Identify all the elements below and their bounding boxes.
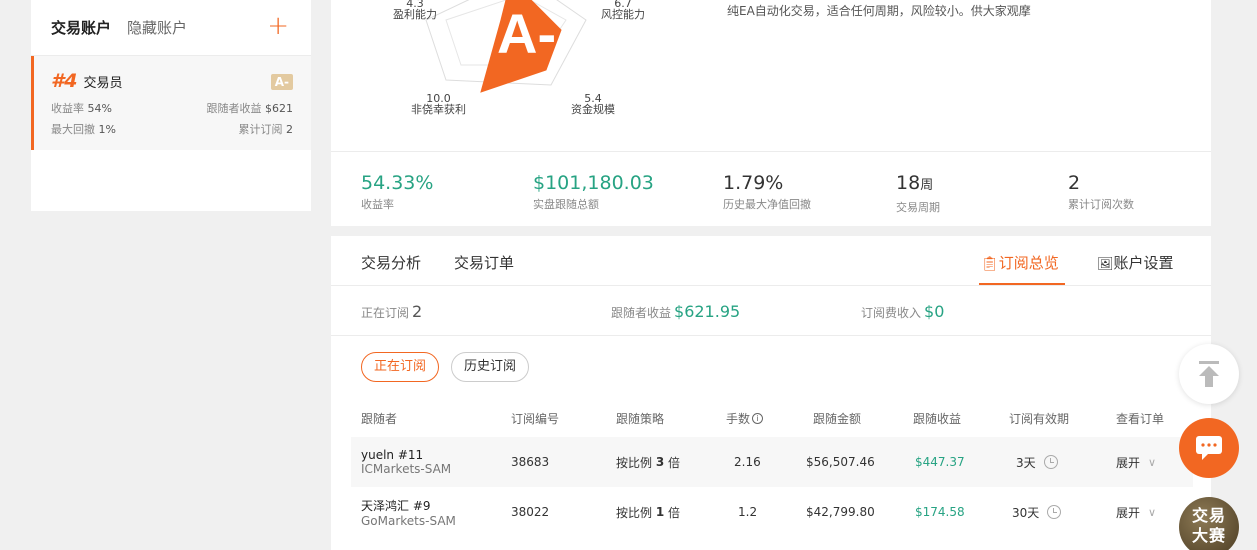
header-follower: 跟随者 xyxy=(361,412,398,426)
header-strategy: 跟随策略 xyxy=(616,412,665,426)
radar-axis-nonluck: 10.0 非侥幸获利 xyxy=(411,92,466,116)
filter-active-subscriptions[interactable]: 正在订阅 xyxy=(361,352,440,382)
tab-trading-orders[interactable]: 交易订单 xyxy=(454,252,514,273)
follower-cell: 天泽鸿汇 #9 GoMarkets-SAM xyxy=(361,498,456,528)
return-label: 收益率 xyxy=(51,102,84,115)
profit-cell: $174.58 xyxy=(915,505,965,519)
clipboard-icon: 📋︎ xyxy=(981,256,999,272)
account-sidebar: 交易账户 隐藏账户 + #4 交易员 A- 收益率 54% 跟随者收益 $621… xyxy=(31,0,311,211)
follower-profit-value: $621 xyxy=(265,102,293,115)
radar-axis-capital: 5.4 资金规模 xyxy=(571,92,615,116)
grade-badge: A- xyxy=(270,74,293,90)
sub-id-cell: 38683 xyxy=(511,455,550,469)
follower-cell: yueln #11 ICMarkets-SAM xyxy=(361,448,452,476)
follower-profit-label: 跟随者收益 xyxy=(206,102,262,115)
return-value: 54% xyxy=(87,102,112,115)
table-row: yueln #11 ICMarkets-SAM 38683 按比例 3 倍 2.… xyxy=(351,437,1193,487)
chat-bubble-icon xyxy=(1196,436,1222,460)
chat-button[interactable] xyxy=(1179,418,1239,478)
account-name: 交易员 xyxy=(83,75,123,91)
active-tab-indicator xyxy=(979,283,1065,285)
tab-hidden-accounts[interactable]: 隐藏账户 xyxy=(127,17,187,38)
clock-icon xyxy=(1043,455,1058,469)
sub-id-cell: 38022 xyxy=(511,505,550,519)
filter-history-subscriptions[interactable]: 历史订阅 xyxy=(451,352,530,382)
sidebar-header: 交易账户 隐藏账户 + xyxy=(31,0,311,56)
header-view-orders: 查看订单 xyxy=(1116,412,1165,426)
radar-grade-text: A- xyxy=(497,2,556,65)
validity-cell: 3天 xyxy=(1016,437,1058,487)
stat-total-follow: $101,180.03 实盘跟随总额 xyxy=(533,172,654,211)
header-profit: 跟随收益 xyxy=(913,412,962,426)
radar-axis-risk: 6.7 风控能力 xyxy=(601,0,645,21)
max-drawdown-label: 最大回撤 xyxy=(51,123,95,136)
tab-trading-accounts[interactable]: 交易账户 xyxy=(51,17,111,38)
header-validity: 订阅有效期 xyxy=(1009,412,1070,426)
strategy-cell: 按比例 3 倍 xyxy=(616,455,681,470)
stat-subscriptions: 2 累计订阅次数 xyxy=(1068,172,1134,211)
account-card[interactable]: #4 交易员 A- 收益率 54% 跟随者收益 $621 最大回撤 1% 累计订… xyxy=(31,56,311,150)
expand-button[interactable]: 展开 ∨ xyxy=(1116,487,1156,537)
header-sub-id: 订阅编号 xyxy=(511,412,560,426)
subscription-summary: 正在订阅 2 跟随者收益 $621.95 订阅费收入 $0 xyxy=(331,286,1211,336)
lots-cell: 1.2 xyxy=(738,505,758,519)
table-header: 跟随者 订阅编号 跟随策略 手数 i 跟随金额 跟随收益 订阅有效期 查看订单 xyxy=(351,400,1193,437)
stat-max-drawdown: 1.79% 历史最大净值回撤 xyxy=(723,172,811,211)
radar-axis-profit: 4.3 盈利能力 xyxy=(393,0,437,21)
subscription-panel: 交易分析 交易订单 📋︎订阅总览 🖼︎账户设置 正在订阅 2 跟随者收益 $621.… xyxy=(331,236,1211,550)
arrow-up-icon xyxy=(1199,361,1219,387)
strategy-cell: 按比例 1 倍 xyxy=(616,505,681,520)
summary-fee-income: 订阅费收入 $0 xyxy=(861,302,945,321)
stats-row: 54.33% 收益率 $101,180.03 实盘跟随总额 1.79% 历史最大… xyxy=(331,151,1211,226)
stat-trading-period: 18周 交易周期 xyxy=(896,172,940,214)
header-lots: 手数 i xyxy=(726,400,764,437)
clock-icon xyxy=(1047,505,1062,519)
radar-chart: A- 4.3 盈利能力 6.7 风控能力 5.4 资金规模 10.0 非侥幸获利 xyxy=(331,0,691,150)
table-row: 天泽鸿汇 #9 GoMarkets-SAM 38022 按比例 1 倍 1.2 … xyxy=(351,487,1193,537)
max-drawdown-value: 1% xyxy=(98,123,116,136)
add-account-button[interactable]: + xyxy=(267,13,289,39)
trading-contest-button[interactable]: 交易 大赛 xyxy=(1179,497,1239,550)
subs-value: 2 xyxy=(286,123,293,136)
subs-label: 累计订阅 xyxy=(238,123,283,136)
chevron-down-icon: ∨ xyxy=(1148,455,1157,469)
radar-svg: A- xyxy=(425,0,587,93)
amount-cell: $42,799.80 xyxy=(806,505,875,519)
info-icon[interactable]: i xyxy=(752,413,764,424)
back-to-top-button[interactable] xyxy=(1179,344,1239,404)
amount-cell: $56,507.46 xyxy=(806,455,875,469)
profit-cell: $447.37 xyxy=(915,455,965,469)
tab-account-settings[interactable]: 🖼︎账户设置 xyxy=(1097,252,1174,273)
tab-subscription-overview[interactable]: 📋︎订阅总览 xyxy=(981,252,1059,273)
lots-cell: 2.16 xyxy=(734,455,761,469)
account-overview-panel: A- 4.3 盈利能力 6.7 风控能力 5.4 资金规模 10.0 非侥幸获利 纯EA… xyxy=(331,0,1211,226)
strategy-description: 纯EA自动化交易，适合任何周期，风险较小。供大家观摩 xyxy=(727,4,1031,18)
stat-return: 54.33% 收益率 xyxy=(361,172,434,211)
summary-follower-profit: 跟随者收益 $621.95 xyxy=(611,302,741,321)
chevron-down-icon: ∨ xyxy=(1148,505,1157,519)
validity-cell: 30天 xyxy=(1012,487,1062,537)
account-rank: #4 xyxy=(51,70,78,92)
settings-image-icon: 🖼︎ xyxy=(1097,257,1114,272)
subscriptions-table: 跟随者 订阅编号 跟随策略 手数 i 跟随金额 跟随收益 订阅有效期 查看订单 y… xyxy=(351,400,1193,537)
header-amount: 跟随金额 xyxy=(813,412,862,426)
panel-tabs: 交易分析 交易订单 📋︎订阅总览 🖼︎账户设置 xyxy=(331,236,1211,286)
tab-trading-analysis[interactable]: 交易分析 xyxy=(361,252,421,273)
expand-button[interactable]: 展开 ∨ xyxy=(1116,437,1156,487)
summary-active: 正在订阅 2 xyxy=(361,302,423,321)
